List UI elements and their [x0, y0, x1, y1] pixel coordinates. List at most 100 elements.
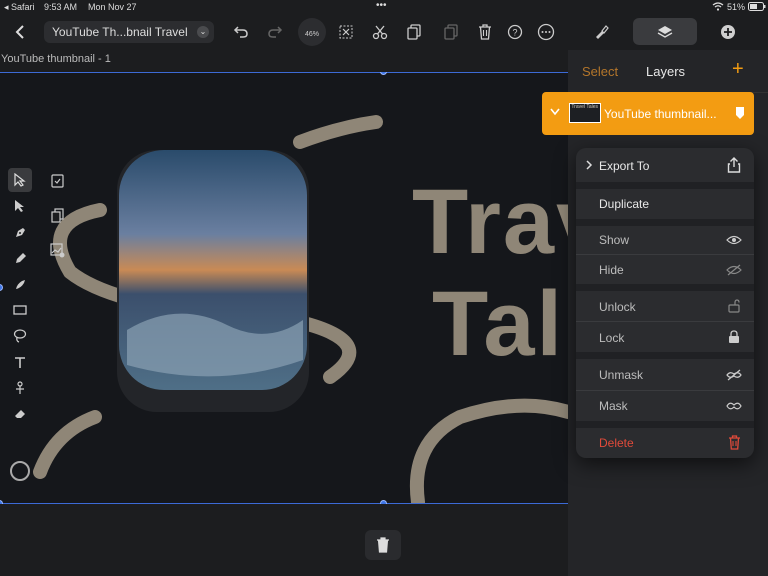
menu-item-lock[interactable]: Lock: [576, 322, 754, 352]
select-tool[interactable]: [8, 168, 32, 192]
duplicate-button[interactable]: [47, 205, 67, 225]
status-date: Mon Nov 27: [88, 2, 137, 12]
brush-icon: [596, 25, 609, 39]
layers-panel-toggle[interactable]: [633, 18, 697, 45]
tab-select[interactable]: Select: [582, 64, 618, 79]
menu-hide-label: Hide: [599, 263, 624, 277]
image-replace-icon: [49, 242, 64, 257]
color-ring-icon: [10, 461, 30, 481]
menu-item-delete[interactable]: Delete: [576, 428, 754, 458]
paste-icon: [444, 24, 458, 40]
headline-line1[interactable]: Trav: [412, 170, 568, 275]
decor-stroke-bottom-left: [33, 410, 102, 479]
redo-icon: [268, 26, 283, 38]
menu-item-mask[interactable]: Mask: [576, 391, 754, 421]
menu-item-export[interactable]: Export To: [576, 148, 754, 182]
layers-icon: [657, 26, 673, 38]
unlock-icon: [726, 298, 742, 314]
export-badge-icon[interactable]: [735, 106, 745, 120]
undo-button[interactable]: [229, 20, 253, 44]
style-button[interactable]: [589, 20, 613, 44]
tab-layers[interactable]: Layers: [646, 64, 685, 79]
chevron-down-icon[interactable]: [550, 108, 560, 116]
lasso-icon: [13, 329, 27, 343]
selection-edge-top: [0, 72, 568, 73]
battery-icon: [748, 2, 766, 13]
resize-handle-bottom[interactable]: [380, 500, 387, 504]
replace-image-button[interactable]: [47, 240, 67, 260]
trash-icon: [726, 434, 742, 450]
menu-gap: [576, 352, 754, 359]
more-button[interactable]: [534, 20, 558, 44]
transform-button[interactable]: [334, 20, 358, 44]
status-time: 9:53 AM: [44, 2, 78, 12]
delete-toolbar-button[interactable]: [473, 20, 497, 44]
selection-edge-bottom: [0, 503, 568, 504]
panel-tabs: Select Layers +: [568, 50, 768, 92]
menu-item-unmask[interactable]: Unmask: [576, 359, 754, 390]
eye-slash-icon: [726, 262, 742, 278]
layer-row-selected[interactable]: Travel Tales YouTube thumbnail...: [542, 92, 754, 135]
tool-options: [47, 170, 67, 275]
menu-gap: [576, 182, 754, 189]
status-bar: ◂ Safari 9:53 AM Mon Nov 27 ••• 51%: [0, 0, 768, 14]
top-toolbar: YouTube Th...bnail Travel ⌄ 46% ?: [0, 14, 768, 50]
menu-export-label: Export To: [599, 159, 650, 173]
plus-circle-icon: [721, 25, 735, 39]
back-button[interactable]: [8, 20, 32, 44]
add-layer-button[interactable]: +: [732, 58, 744, 81]
pen-tool[interactable]: [8, 220, 32, 244]
help-button[interactable]: ?: [503, 20, 527, 44]
decor-stroke-bottom-right: [410, 398, 568, 504]
layer-thumbnail: Travel Tales: [569, 103, 601, 123]
menu-gap: [576, 421, 754, 428]
chevron-down-icon: ⌄: [197, 26, 209, 38]
mask-icon: [726, 398, 742, 414]
redo-button[interactable]: [263, 20, 287, 44]
zoom-indicator[interactable]: 46%: [298, 18, 326, 46]
headline-line2[interactable]: Tal: [432, 272, 564, 377]
menu-item-hide[interactable]: Hide: [576, 255, 754, 284]
layer-context-menu: Export To Duplicate Show Hide Unlock Loc…: [576, 148, 754, 458]
document-title: YouTube Th...bnail Travel: [52, 25, 188, 39]
menu-mask-label: Mask: [599, 399, 628, 413]
rectangle-icon: [13, 304, 27, 315]
document-title-button[interactable]: YouTube Th...bnail Travel ⌄: [44, 21, 214, 43]
menu-item-duplicate[interactable]: Duplicate: [576, 189, 754, 219]
add-element-button[interactable]: [716, 20, 740, 44]
paste-inside-button[interactable]: [47, 170, 67, 190]
paste-button[interactable]: [439, 20, 463, 44]
menu-duplicate-label: Duplicate: [599, 197, 650, 211]
pencil-tool[interactable]: [8, 246, 32, 270]
multitask-dots[interactable]: •••: [376, 0, 387, 11]
copy-icon: [407, 24, 421, 40]
zoom-value: 46%: [304, 31, 319, 38]
lock-icon: [726, 329, 742, 345]
knife-icon: [16, 381, 24, 394]
color-well[interactable]: [9, 460, 31, 482]
tools-palette: [8, 168, 34, 428]
shape-tool[interactable]: [8, 298, 32, 322]
plane-window-image: [117, 150, 309, 412]
pencil-icon: [15, 252, 26, 263]
eraser-icon: [14, 410, 25, 418]
back-to-app[interactable]: ◂ Safari: [4, 2, 35, 13]
text-tool[interactable]: [8, 350, 32, 374]
copy-button[interactable]: [402, 20, 426, 44]
artboard-canvas[interactable]: Trav Tal: [0, 72, 568, 504]
knife-tool[interactable]: [8, 376, 32, 400]
lasso-tool[interactable]: [8, 324, 32, 348]
brush-tool[interactable]: [8, 272, 32, 296]
eye-icon: [726, 232, 742, 248]
menu-unlock-label: Unlock: [599, 300, 636, 314]
menu-item-show[interactable]: Show: [576, 226, 754, 254]
menu-item-unlock[interactable]: Unlock: [576, 291, 754, 321]
text-icon: [15, 356, 25, 368]
menu-show-label: Show: [599, 233, 630, 247]
battery-percent: 51%: [727, 2, 746, 12]
delete-selection-button[interactable]: [365, 530, 401, 560]
eraser-tool[interactable]: [8, 402, 32, 426]
node-tool[interactable]: [8, 194, 32, 218]
arrow-icon: [14, 173, 26, 187]
cut-button[interactable]: [368, 20, 392, 44]
